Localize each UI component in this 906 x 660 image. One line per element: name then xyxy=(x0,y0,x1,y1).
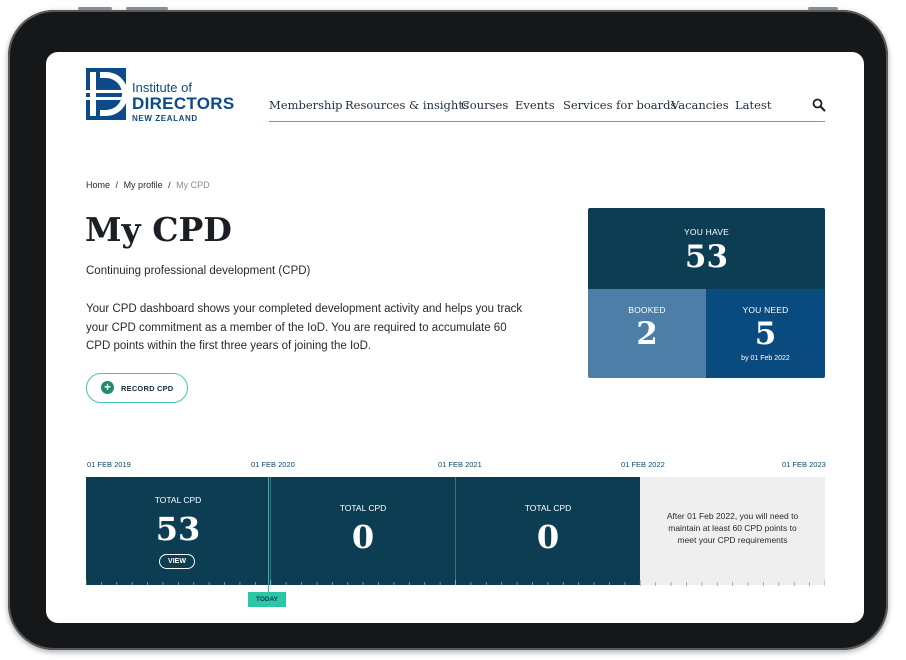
power-button xyxy=(126,7,168,10)
timeline-ticks xyxy=(86,580,825,586)
cpd-stats-card: YOU HAVE 53 BOOKED 2 YOU NEED 5 by 01 Fe… xyxy=(588,208,825,378)
year-2-value: 0 xyxy=(351,518,375,556)
breadcrumb-separator: / xyxy=(115,180,119,190)
page-title: My CPD xyxy=(85,210,232,249)
nav-item-events[interactable]: Events xyxy=(515,98,555,112)
stat-booked: BOOKED 2 xyxy=(588,289,706,378)
screen: Institute of DIRECTORS NEW ZEALAND Membe… xyxy=(46,52,864,623)
year-2-label: TOTAL CPD xyxy=(339,503,387,513)
stat-you-have-value: 53 xyxy=(684,239,729,275)
nav-item-courses[interactable]: Courses xyxy=(461,98,508,112)
stat-you-need: YOU NEED 5 by 01 Feb 2022 xyxy=(706,289,825,378)
nav-item-membership[interactable]: Membership xyxy=(269,98,343,112)
logo-text-nz: NEW ZEALAND xyxy=(132,114,198,123)
timeline-year-1: TOTAL CPD 53 VIEW xyxy=(86,477,270,585)
breadcrumb-home[interactable]: Home xyxy=(86,180,110,190)
year-3-value: 0 xyxy=(536,518,560,556)
breadcrumb-separator: / xyxy=(168,180,171,190)
timeline-date: 01 FEB 2021 xyxy=(438,460,482,469)
breadcrumb: Home / My profile / My CPD xyxy=(86,180,213,190)
stat-you-have: YOU HAVE 53 xyxy=(588,208,825,289)
stat-you-have-label: YOU HAVE xyxy=(684,227,729,237)
main-nav: Membership Resources & insights Courses … xyxy=(269,98,825,122)
today-marker-line xyxy=(268,477,269,592)
stat-booked-value: 2 xyxy=(636,316,658,352)
view-button[interactable]: VIEW xyxy=(159,554,195,569)
record-cpd-button[interactable]: + RECORD CPD xyxy=(86,373,188,403)
timeline-date: 01 FEB 2023 xyxy=(782,460,826,469)
nav-item-latest[interactable]: Latest xyxy=(735,98,771,112)
nav-item-vacancies[interactable]: Vacancies xyxy=(671,98,729,112)
nav-item-resources[interactable]: Resources & insights xyxy=(345,98,469,112)
tablet-frame: Institute of DIRECTORS NEW ZEALAND Membe… xyxy=(8,7,888,650)
page-description: Your CPD dashboard shows your completed … xyxy=(86,303,523,352)
stat-you-need-note: by 01 Feb 2022 xyxy=(741,355,790,362)
year-3-label: TOTAL CPD xyxy=(524,503,572,513)
breadcrumb-current: My CPD xyxy=(176,180,210,190)
today-badge: TODAY xyxy=(248,592,286,607)
page-subtitle: Continuing professional development (CPD… xyxy=(86,265,311,277)
logo-text-institute: Institute of xyxy=(132,80,192,95)
record-cpd-label: RECORD CPD xyxy=(121,384,174,393)
stat-you-need-label: YOU NEED xyxy=(742,305,789,315)
timeline-year-3: TOTAL CPD 0 xyxy=(456,477,640,585)
timeline-year-2: TOTAL CPD 0 xyxy=(271,477,455,585)
stat-booked-label: BOOKED xyxy=(628,305,666,315)
logo-text-directors: DIRECTORS xyxy=(132,94,235,113)
iod-logo-mark-icon xyxy=(86,68,126,120)
timeline-date: 01 FEB 2022 xyxy=(621,460,665,469)
breadcrumb-my-profile[interactable]: My profile xyxy=(124,180,163,190)
future-requirement-note: After 01 Feb 2022, you will need to main… xyxy=(666,511,799,545)
volume-button xyxy=(78,7,112,10)
timeline-date: 01 FEB 2019 xyxy=(87,460,131,469)
year-1-value: 53 xyxy=(155,510,201,548)
timeline-future: After 01 Feb 2022, you will need to main… xyxy=(640,477,825,585)
top-button xyxy=(808,7,838,10)
year-1-label: TOTAL CPD xyxy=(154,495,202,505)
timeline-date: 01 FEB 2020 xyxy=(251,460,295,469)
nav-item-services[interactable]: Services for boards xyxy=(563,98,676,112)
stat-you-need-value: 5 xyxy=(754,316,777,352)
plus-icon: + xyxy=(101,381,114,394)
search-icon[interactable] xyxy=(812,98,826,112)
